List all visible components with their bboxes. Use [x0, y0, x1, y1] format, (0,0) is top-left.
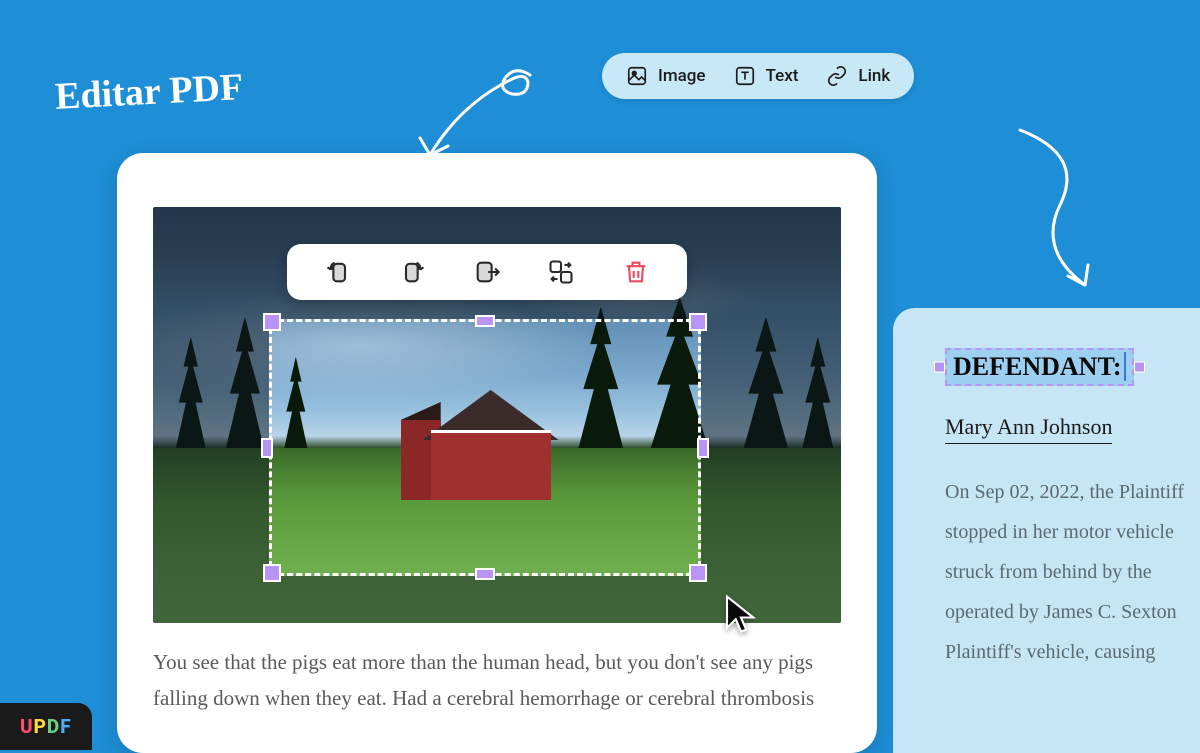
document-body-text: You see that the pigs eat more than the … [153, 645, 841, 716]
extract-button[interactable] [471, 256, 503, 288]
side-document-card: DEFENDANT: Mary Ann Johnson On Sep 02, 2… [893, 308, 1200, 753]
extract-icon [473, 258, 501, 286]
barn-illustration [401, 390, 581, 500]
defendant-name: Mary Ann Johnson [945, 414, 1112, 444]
text-tool[interactable]: Text [734, 65, 799, 87]
delete-button[interactable] [620, 256, 652, 288]
text-icon [734, 65, 756, 87]
link-tool-label: Link [858, 66, 890, 86]
rotate-left-icon [324, 258, 352, 286]
main-document-card: You see that the pigs eat more than the … [117, 153, 877, 753]
rotate-left-button[interactable] [322, 256, 354, 288]
image-edit-toolbar [287, 244, 687, 300]
text-tool-label: Text [766, 66, 799, 86]
rotate-right-icon [399, 258, 427, 286]
page-title: Editar PDF [54, 65, 244, 119]
link-tool[interactable]: Link [826, 65, 890, 87]
updf-logo: UPDF [0, 703, 92, 750]
replace-icon [547, 258, 575, 286]
edit-toolbar: Image Text Link [602, 53, 914, 99]
text-selection-box[interactable]: DEFENDANT: [945, 348, 1134, 386]
rotate-right-button[interactable] [397, 256, 429, 288]
document-image[interactable] [153, 207, 841, 623]
cursor-icon [720, 593, 762, 639]
trash-icon [622, 258, 650, 286]
image-tool[interactable]: Image [626, 65, 706, 87]
arrow-decoration-2 [990, 120, 1140, 310]
image-tool-label: Image [658, 66, 706, 86]
defendant-heading: DEFENDANT: [953, 352, 1126, 381]
image-icon [626, 65, 648, 87]
side-body-text: On Sep 02, 2022, the Plaintiff stopped i… [945, 472, 1200, 672]
replace-button[interactable] [545, 256, 577, 288]
link-icon [826, 65, 848, 87]
